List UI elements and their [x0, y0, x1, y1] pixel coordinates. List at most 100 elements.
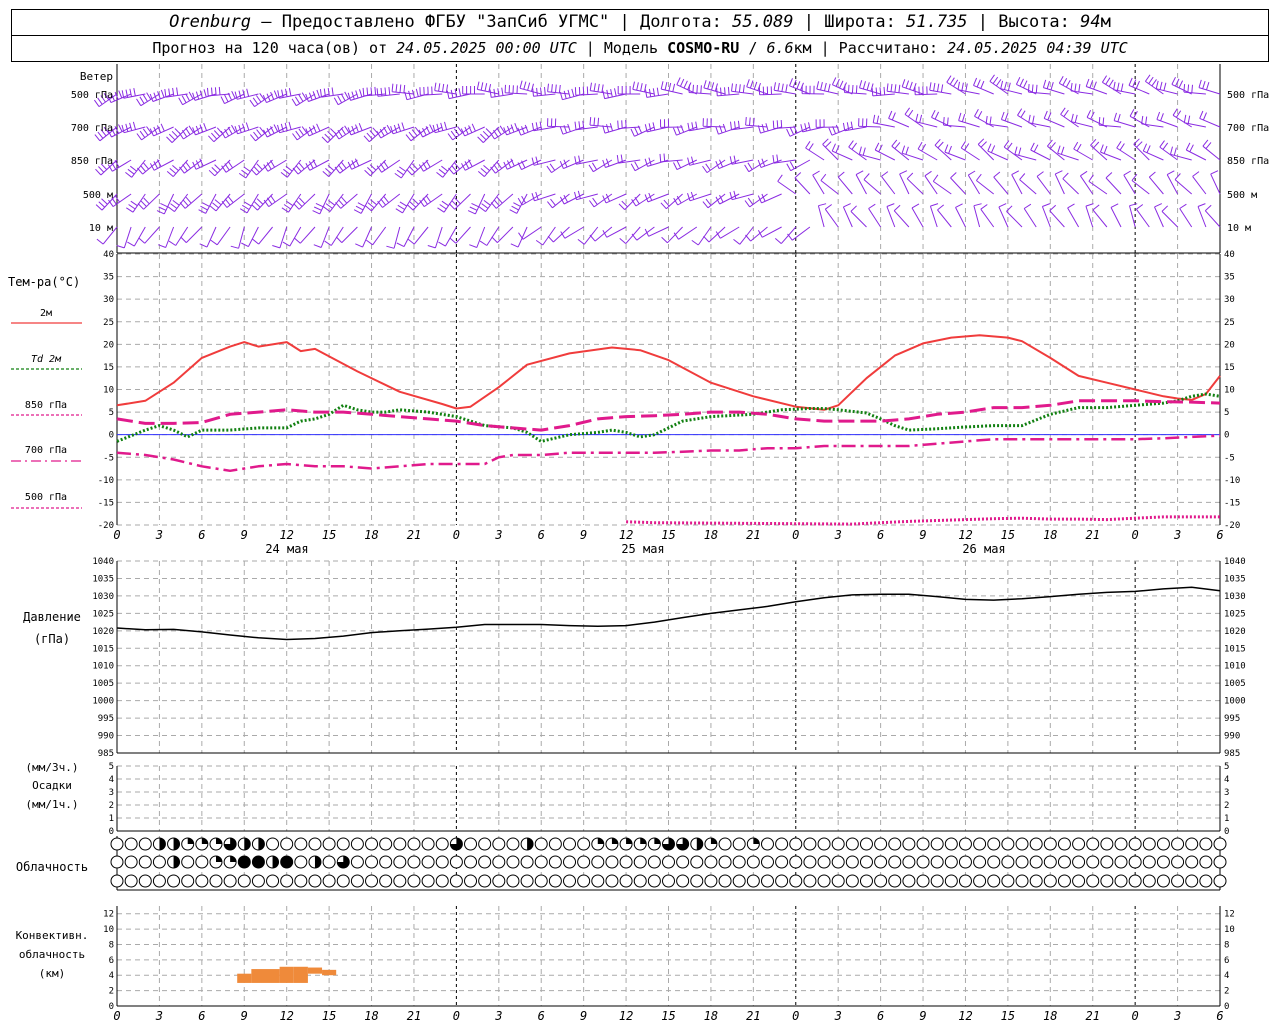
cloud-symbol [845, 837, 859, 851]
wind-barb [917, 141, 938, 161]
x-tick-label: 6 [538, 1009, 545, 1023]
wind-barb [702, 193, 726, 209]
cloud-symbol [336, 874, 350, 888]
wind-barb [192, 123, 217, 136]
wind-barb [1198, 79, 1221, 95]
pressure-title: Давление [23, 610, 81, 624]
cloud-symbol [435, 855, 449, 869]
precip-unit-3h: (мм/3ч.) [26, 761, 79, 774]
cloud-symbol [1199, 855, 1213, 869]
wind-barb [631, 226, 655, 241]
cloud-symbol [718, 874, 732, 888]
x-tick-label: 15 [661, 528, 675, 542]
wind-barb [772, 119, 796, 129]
wind-level-label: 850 гПа [71, 156, 113, 167]
y-tick-label-right: 5 [1224, 408, 1229, 418]
wind-barb [1023, 203, 1037, 228]
wind-barb [1014, 146, 1037, 161]
wind-barb [1054, 170, 1065, 195]
x-tick-label: 3 [494, 528, 502, 542]
cloud-symbol [492, 855, 506, 869]
cloud-symbol [803, 837, 817, 851]
cloud-symbol [732, 855, 746, 869]
cloud-symbol [973, 855, 987, 869]
wind-barb [448, 159, 471, 175]
wind-barb [427, 226, 443, 249]
wind-barb [490, 193, 514, 209]
cloud-symbol [350, 837, 364, 851]
cloud-symbol [1072, 874, 1086, 888]
cloud-symbol [407, 837, 421, 851]
x-tick-label: 21 [407, 528, 421, 542]
wind-barb [904, 107, 924, 128]
wind-barb [1135, 204, 1150, 228]
cloud-symbol [294, 837, 308, 851]
wind-barb [911, 203, 924, 228]
wind-barb [364, 159, 387, 177]
cloud-symbol [1001, 837, 1015, 851]
cloud-symbol [831, 874, 845, 888]
y-tick-label: 35 [103, 273, 114, 283]
cloud-fill [159, 838, 166, 850]
cloud-symbol [647, 855, 661, 869]
wind-barb [1210, 170, 1221, 195]
convective-cloud-bar [307, 967, 323, 974]
wind-barb [659, 153, 683, 163]
wind-barb [137, 193, 160, 210]
wind-barb [518, 226, 542, 240]
x-tick-label: 6 [877, 1009, 884, 1023]
cloud-symbol [987, 855, 1001, 869]
wind-barb [1192, 171, 1207, 195]
cloud-symbol [1100, 837, 1114, 851]
wind-barb [980, 204, 995, 228]
x-tick-label: 6 [538, 528, 545, 542]
cloud-fill [640, 838, 647, 844]
wind-barb [660, 81, 683, 95]
y-tick-label: 2 [109, 987, 114, 997]
wind-barb [746, 79, 768, 95]
x-tick-label: 6 [877, 528, 884, 542]
cloud-symbol [181, 874, 195, 888]
y-tick-label: 5 [109, 762, 114, 772]
wind-barb [937, 204, 952, 228]
wind-barb [1141, 115, 1164, 128]
wind-barb [817, 203, 827, 228]
cloud-symbol [449, 874, 463, 888]
cloud-symbol [789, 874, 803, 888]
cloud-symbol [1213, 855, 1227, 869]
cloud-symbol [874, 837, 888, 851]
wind-barb [1179, 203, 1193, 228]
cloud-symbol [817, 874, 831, 888]
wind-barb [477, 126, 500, 143]
wind-barb [1133, 138, 1150, 161]
wind-barb [208, 126, 231, 143]
wind-barb [250, 159, 273, 176]
cloud-symbol [916, 874, 930, 888]
y-tick-label: 25 [103, 318, 114, 328]
cloud-symbol [365, 855, 379, 869]
cloud-symbol [379, 874, 393, 888]
cloud-fill [626, 838, 633, 844]
cloud-symbol [874, 874, 888, 888]
x-tick-label: 6 [198, 1009, 205, 1023]
x-tick-label: 18 [364, 1009, 378, 1023]
cloud-symbol [874, 855, 888, 869]
wind-barb [1202, 139, 1221, 161]
cloud-symbol [449, 855, 463, 869]
x-tick-label: 9 [919, 1009, 926, 1023]
wind-barb [209, 193, 231, 212]
wind-barb [234, 88, 259, 100]
x-tick-label: 3 [834, 528, 842, 542]
cloud-symbol [492, 837, 506, 851]
y-tick-label-right: 0 [1224, 431, 1229, 441]
cloud-symbol [435, 874, 449, 888]
wind-barbs-layer [93, 74, 1221, 249]
wind-barb [929, 82, 952, 95]
y-tick-label-right: -20 [1224, 521, 1240, 531]
wind-barb [390, 122, 415, 135]
wind-barb [1000, 80, 1023, 95]
legend-label: 2м [40, 308, 52, 319]
cloud-symbol [647, 874, 661, 888]
x-tick-label: 18 [704, 1009, 718, 1023]
date-label: 26 мая [962, 542, 1005, 556]
